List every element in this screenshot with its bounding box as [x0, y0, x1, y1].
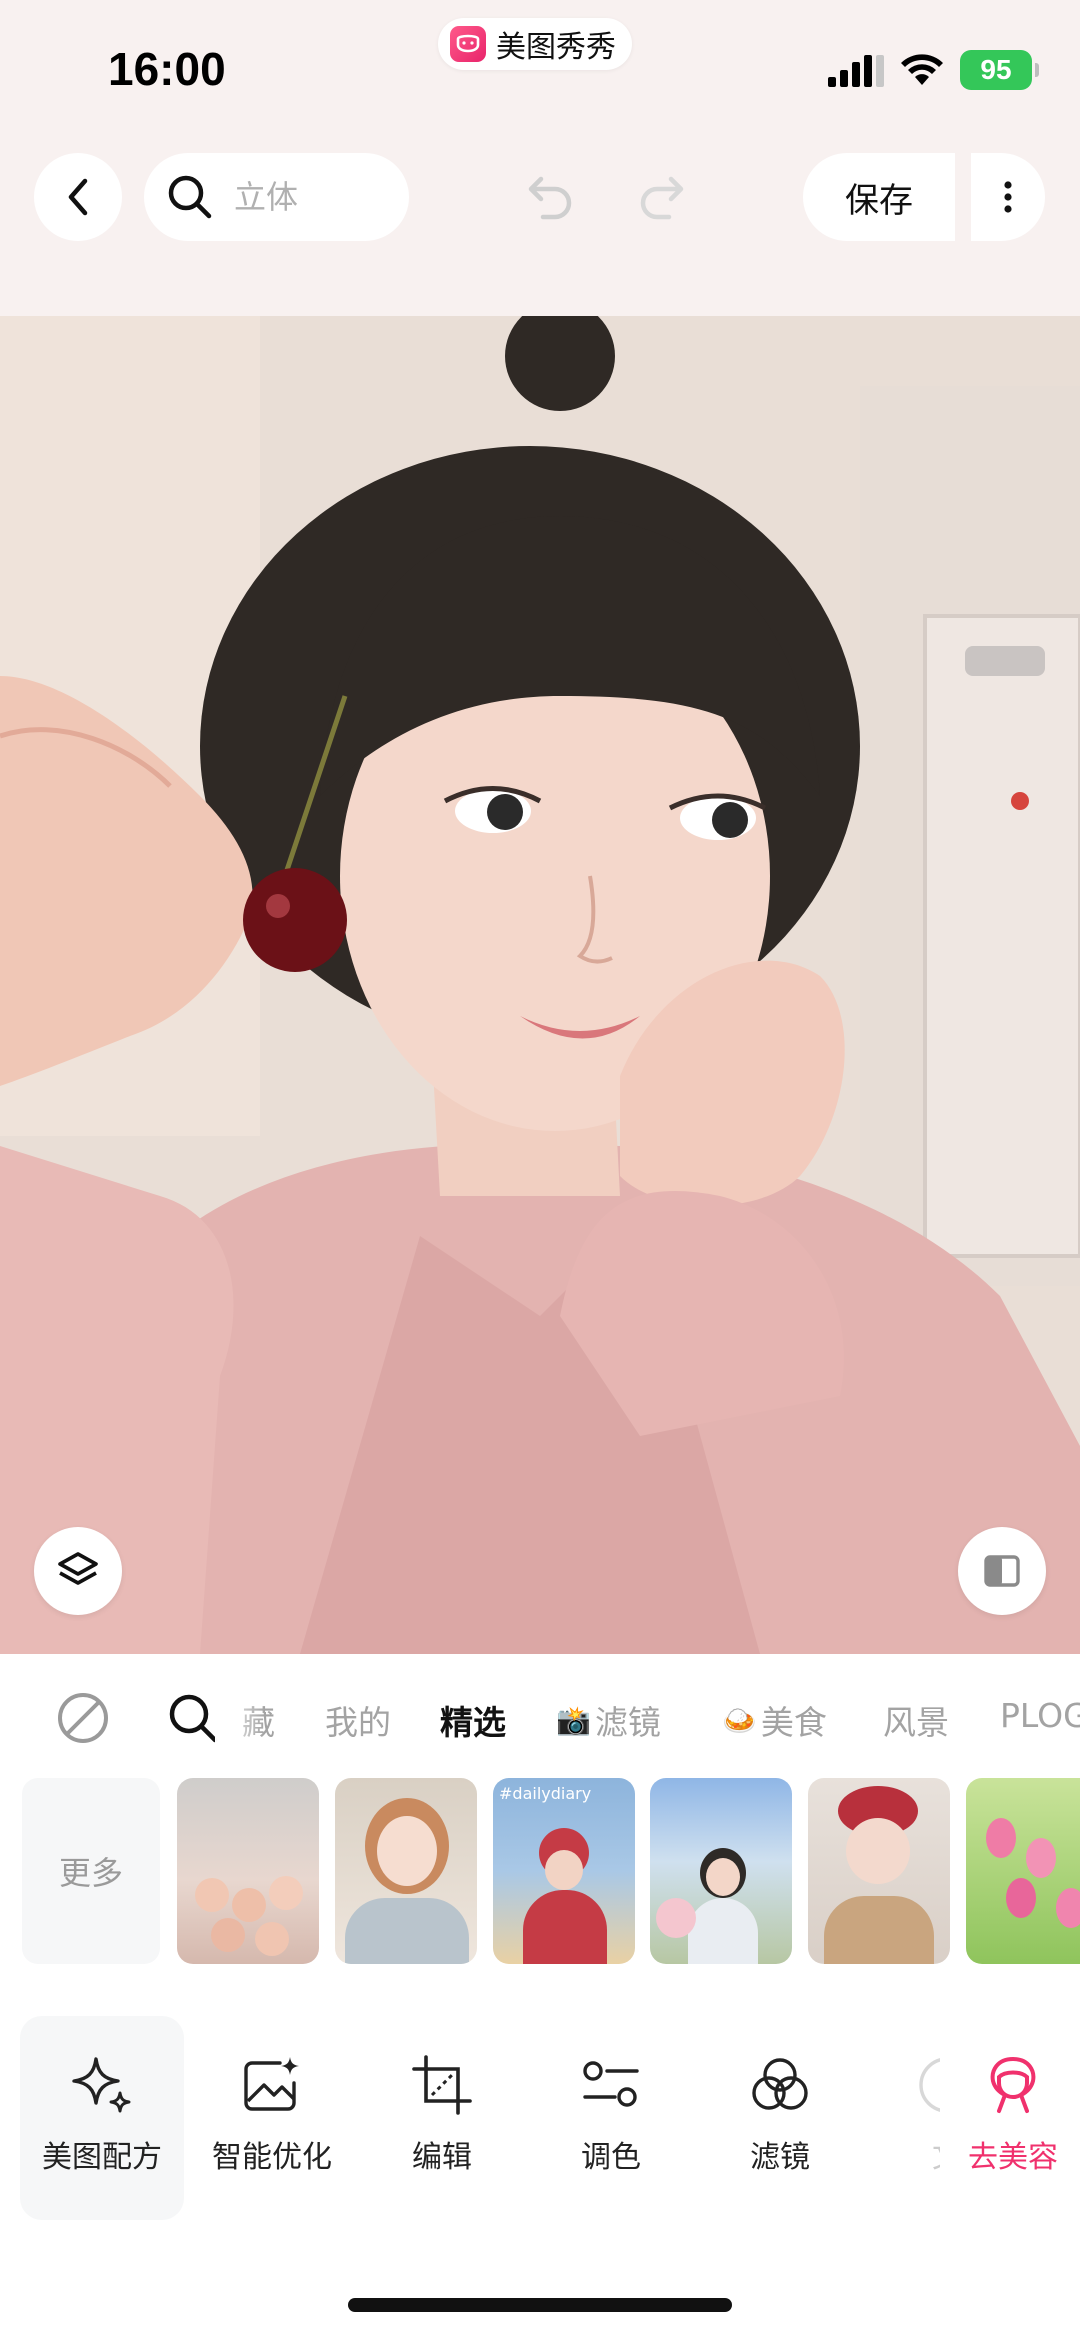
wifi-icon — [901, 54, 943, 85]
battery-indicator: 95 — [960, 50, 1039, 90]
tool-meitu-recipe[interactable]: 美图配方 — [17, 2052, 187, 2176]
redo-button[interactable] — [632, 166, 692, 226]
tool-label: 去美容 — [968, 2140, 1058, 2175]
tabs-fade — [215, 1684, 265, 1754]
beauty-face-icon — [980, 2052, 1046, 2118]
tool-filter[interactable]: 滤镜 — [695, 2052, 865, 2176]
filter-thumb[interactable] — [177, 1778, 319, 1964]
tool-edit[interactable]: 编辑 — [357, 2052, 527, 2176]
tulip-shape — [1026, 1838, 1056, 1878]
more-filters-label: 更多 — [58, 1854, 123, 1892]
tulip-shape — [986, 1818, 1016, 1858]
flower-shape — [269, 1876, 303, 1910]
body-shape — [688, 1898, 758, 1964]
tab-filters[interactable]: 📸 滤镜 — [556, 1696, 661, 1744]
no-filter-button[interactable] — [55, 1690, 111, 1746]
filter-thumb[interactable]: #dailydiary — [493, 1778, 635, 1964]
chevron-left-icon — [68, 178, 88, 216]
tool-smart-optimize[interactable]: 智能优化 — [187, 2052, 357, 2176]
tulip-shape — [1006, 1878, 1036, 1918]
tab-mine-label: 我的 — [325, 1703, 391, 1742]
filter-thumb[interactable] — [808, 1778, 950, 1964]
filter-circles-icon — [747, 2052, 813, 2118]
app-switcher-pill[interactable]: 美图秀秀 — [438, 18, 632, 70]
more-filters-button[interactable]: 更多 — [22, 1778, 160, 1964]
layers-button[interactable] — [34, 1527, 122, 1615]
save-button-label: 保存 — [845, 180, 913, 221]
tool-label: 编辑 — [412, 2140, 472, 2175]
face-shape — [706, 1858, 740, 1896]
tab-food[interactable]: 🍛 美食 — [722, 1696, 827, 1744]
face-shape — [545, 1850, 583, 1890]
thumb-caption: #dailydiary — [499, 1784, 592, 1803]
undo-button[interactable] — [520, 166, 580, 226]
sliders-icon — [578, 2052, 644, 2118]
flower-shape — [232, 1888, 266, 1922]
undo-icon — [528, 176, 572, 220]
food-emoji-icon: 🍛 — [722, 1703, 757, 1737]
tab-filters-label: 滤镜 — [594, 1703, 661, 1742]
search-icon — [168, 175, 212, 219]
status-time: 16:00 — [108, 43, 226, 95]
cat-shape — [824, 1896, 934, 1964]
face-shape — [377, 1816, 437, 1886]
tab-plog[interactable]: PLOG — [1000, 1696, 1080, 1735]
app-name: 美图秀秀 — [496, 30, 616, 65]
home-indicator[interactable] — [348, 2298, 732, 2312]
tulip-shape — [1056, 1888, 1080, 1928]
tool-label: 美图配方 — [42, 2140, 162, 2175]
camera-emoji-icon: 📸 — [556, 1703, 591, 1737]
app-logo-icon — [450, 26, 486, 62]
search-bar[interactable] — [144, 153, 409, 241]
save-button[interactable]: 保存 — [803, 153, 955, 241]
sparkle-icon — [69, 2052, 135, 2118]
tool-label: 调色 — [581, 2140, 641, 2175]
crop-icon — [409, 2052, 475, 2118]
tab-scenery-label: 风景 — [883, 1703, 949, 1742]
tab-scenery[interactable]: 风景 — [883, 1696, 949, 1744]
flower-shape — [656, 1898, 696, 1938]
search-icon — [169, 1694, 218, 1743]
none-icon — [58, 1693, 108, 1743]
filter-thumb[interactable] — [966, 1778, 1080, 1964]
filter-category-tabs: 藏 我的 精选 📸滤镜 🍛美食 风景 PLOG — [0, 1654, 1080, 1780]
flower-shape — [195, 1878, 229, 1912]
body-shape — [523, 1890, 607, 1964]
body-shape — [345, 1898, 469, 1964]
battery-level: 95 — [980, 54, 1012, 85]
status-icons: 95 — [828, 50, 1039, 90]
flower-shape — [211, 1918, 245, 1952]
cellular-signal-icon — [828, 55, 884, 87]
compare-icon — [984, 1555, 1020, 1587]
face-shape — [846, 1818, 910, 1884]
flower-shape — [255, 1922, 289, 1956]
tool-bar: 美图配方 智能优化 编辑 调色 滤镜 文 去美容 — [0, 2016, 1080, 2220]
tool-go-beauty[interactable]: 去美容 — [928, 2052, 1080, 2176]
redo-icon — [640, 176, 684, 220]
filter-thumb[interactable] — [650, 1778, 792, 1964]
filter-search-button[interactable] — [165, 1690, 221, 1746]
tab-food-label: 美食 — [760, 1703, 827, 1742]
tool-label: 滤镜 — [750, 2140, 810, 2175]
tab-featured-label: 精选 — [440, 1703, 506, 1742]
back-button[interactable] — [34, 153, 122, 241]
layers-icon — [58, 1552, 98, 1585]
photo-canvas[interactable] — [0, 316, 1080, 1654]
filter-thumbnails: 更多 #dailydiary — [0, 1778, 1080, 1968]
tab-mine[interactable]: 我的 — [325, 1696, 391, 1744]
magic-image-icon — [239, 2052, 305, 2118]
search-input[interactable] — [234, 178, 384, 216]
filter-thumb[interactable] — [335, 1778, 477, 1964]
photo-image — [0, 316, 1080, 1654]
compare-button[interactable] — [958, 1527, 1046, 1615]
tool-label: 智能优化 — [212, 2140, 332, 2175]
tool-color-adjust[interactable]: 调色 — [526, 2052, 696, 2176]
tab-featured[interactable]: 精选 — [440, 1696, 506, 1744]
more-vertical-icon — [1004, 181, 1012, 213]
tab-plog-label: PLOG — [1000, 1696, 1080, 1735]
